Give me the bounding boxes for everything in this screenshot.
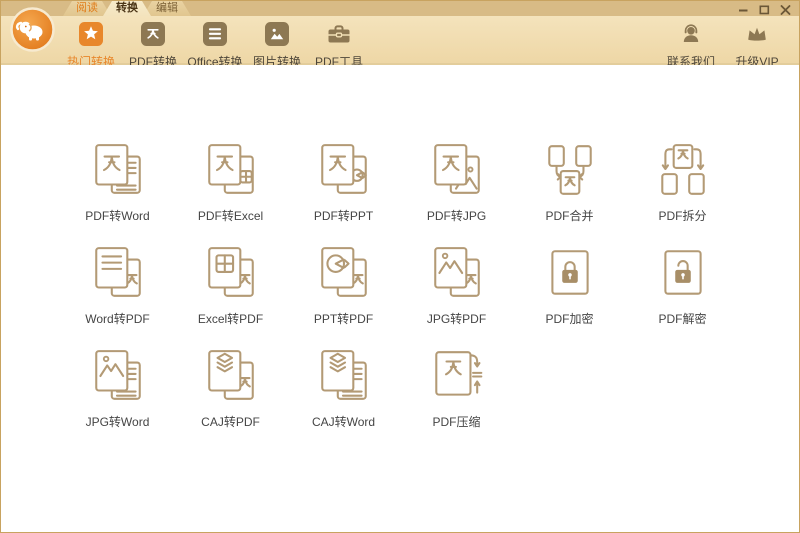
toolbar-item-hot-convert[interactable]: 热门转换 bbox=[61, 16, 121, 70]
main-content: PDF转Word PDF转Excel PDF转PPT PDF转JPG PDF合并 PDF拆… bbox=[1, 65, 799, 532]
pdf-encrypt-icon bbox=[541, 244, 599, 302]
toolbox-icon bbox=[326, 21, 352, 47]
grid-item-label: PDF压缩 bbox=[432, 415, 481, 429]
headset-person-icon bbox=[678, 21, 704, 47]
header: 阅读 转换 编辑 热门转换 PDF转换 Office转换 图片转换 PDF工具 … bbox=[1, 1, 799, 69]
window-controls bbox=[737, 4, 791, 15]
grid-item-label: PDF转PPT bbox=[313, 209, 374, 223]
grid-item-label: PDF转Word bbox=[85, 209, 150, 223]
grid-item-pdf-to-jpg[interactable]: PDF转JPG bbox=[400, 141, 513, 224]
grid-item-label: PDF转Excel bbox=[197, 209, 264, 223]
grid-item-label: CAJ转Word bbox=[311, 415, 376, 429]
pdf-file-icon bbox=[140, 21, 166, 47]
conversion-grid: PDF转Word PDF转Excel PDF转PPT PDF转JPG PDF合并 PDF拆… bbox=[61, 141, 739, 430]
grid-item-pdf-to-word[interactable]: PDF转Word bbox=[61, 141, 174, 224]
grid-item-ppt-to-pdf[interactable]: PPT转PDF bbox=[287, 244, 400, 327]
grid-item-jpg-to-pdf[interactable]: JPG转PDF bbox=[400, 244, 513, 327]
grid-item-pdf-to-ppt[interactable]: PDF转PPT bbox=[287, 141, 400, 224]
toolbar-item-office-convert[interactable]: Office转换 bbox=[185, 16, 245, 70]
toolbar-item-pdf-tools[interactable]: PDF工具 bbox=[309, 16, 369, 70]
grid-item-excel-to-pdf[interactable]: Excel转PDF bbox=[174, 244, 287, 327]
grid-item-label: JPG转PDF bbox=[426, 312, 487, 326]
header-right-actions: 联系我们 升级VIP bbox=[661, 16, 787, 70]
jpg-to-pdf-icon bbox=[428, 244, 486, 302]
tab-convert-label: 转换 bbox=[116, 2, 138, 14]
tab-strip: 阅读 转换 编辑 bbox=[1, 1, 799, 16]
toolbar-item-image-convert[interactable]: 图片转换 bbox=[247, 16, 307, 70]
pdf-split-icon bbox=[654, 141, 712, 199]
grid-item-pdf-merge[interactable]: PDF合并 bbox=[513, 141, 626, 224]
office-doc-icon bbox=[202, 21, 228, 47]
app-window: 阅读 转换 编辑 热门转换 PDF转换 Office转换 图片转换 PDF工具 … bbox=[0, 0, 800, 533]
grid-item-caj-to-pdf[interactable]: CAJ转PDF bbox=[174, 347, 287, 430]
star-icon bbox=[78, 21, 104, 47]
pdf-merge-icon bbox=[541, 141, 599, 199]
tab-edit[interactable]: 编辑 bbox=[143, 1, 191, 16]
caj-to-pdf-icon bbox=[202, 347, 260, 405]
excel-to-pdf-icon bbox=[202, 244, 260, 302]
tab-read-label: 阅读 bbox=[76, 2, 98, 14]
close-button[interactable] bbox=[779, 4, 791, 15]
grid-item-caj-to-word[interactable]: CAJ转Word bbox=[287, 347, 400, 430]
grid-item-word-to-pdf[interactable]: Word转PDF bbox=[61, 244, 174, 327]
toolbar-item-pdf-convert[interactable]: PDF转换 bbox=[123, 16, 183, 70]
ppt-to-pdf-icon bbox=[315, 244, 373, 302]
grid-item-label: CAJ转PDF bbox=[201, 415, 260, 429]
grid-item-label: JPG转Word bbox=[85, 415, 150, 429]
grid-item-pdf-compress[interactable]: PDF压缩 bbox=[400, 347, 513, 430]
toolbar: 热门转换 PDF转换 Office转换 图片转换 PDF工具 bbox=[61, 16, 369, 70]
grid-item-pdf-encrypt[interactable]: PDF加密 bbox=[513, 244, 626, 327]
contact-us-button[interactable]: 联系我们 bbox=[661, 16, 721, 70]
word-to-pdf-icon bbox=[89, 244, 147, 302]
pdf-to-ppt-icon bbox=[315, 141, 373, 199]
grid-item-jpg-to-word[interactable]: JPG转Word bbox=[61, 347, 174, 430]
grid-item-label: PDF拆分 bbox=[658, 209, 707, 223]
grid-item-label: PDF解密 bbox=[658, 312, 707, 326]
tab-edit-label: 编辑 bbox=[156, 2, 178, 14]
tabs: 阅读 转换 编辑 bbox=[63, 1, 191, 16]
maximize-button[interactable] bbox=[758, 4, 770, 15]
grid-item-label: PDF转JPG bbox=[426, 209, 487, 223]
upgrade-vip-button[interactable]: 升级VIP bbox=[727, 16, 787, 70]
pdf-decrypt-icon bbox=[654, 244, 712, 302]
tab-read[interactable]: 阅读 bbox=[63, 1, 111, 16]
grid-item-label: PPT转PDF bbox=[313, 312, 374, 326]
jpg-to-word-icon bbox=[89, 347, 147, 405]
crown-icon bbox=[744, 21, 770, 47]
pdf-to-excel-icon bbox=[202, 141, 260, 199]
image-file-icon bbox=[264, 21, 290, 47]
tab-convert[interactable]: 转换 bbox=[103, 1, 151, 16]
grid-item-label: PDF加密 bbox=[545, 312, 594, 326]
elephant-logo-icon[interactable] bbox=[9, 6, 56, 53]
grid-item-pdf-split[interactable]: PDF拆分 bbox=[626, 141, 739, 224]
pdf-to-jpg-icon bbox=[428, 141, 486, 199]
minimize-button[interactable] bbox=[737, 4, 749, 15]
pdf-to-word-icon bbox=[89, 141, 147, 199]
grid-item-pdf-to-excel[interactable]: PDF转Excel bbox=[174, 141, 287, 224]
grid-item-label: Word转PDF bbox=[85, 312, 150, 326]
grid-item-pdf-decrypt[interactable]: PDF解密 bbox=[626, 244, 739, 327]
grid-item-label: PDF合并 bbox=[545, 209, 594, 223]
grid-item-label: Excel转PDF bbox=[197, 312, 264, 326]
caj-to-word-icon bbox=[315, 347, 373, 405]
pdf-compress-icon bbox=[428, 347, 486, 405]
